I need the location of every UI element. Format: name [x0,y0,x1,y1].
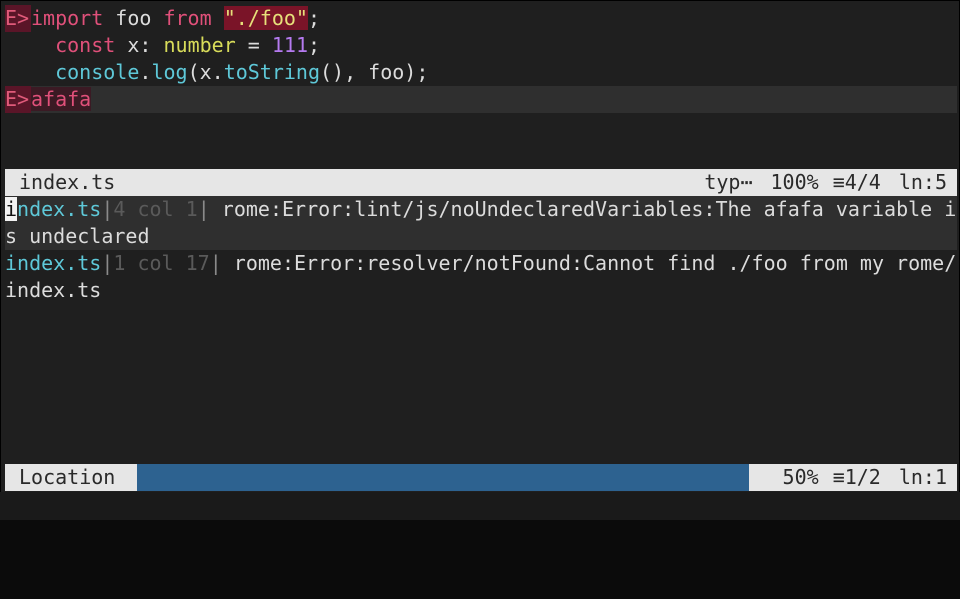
code-text: = [235,33,272,57]
statusline-percent: 100% [770,170,819,194]
location-position: 1 col 17 [113,251,210,275]
error-sign-marker: E> [5,5,31,32]
code-text: . [139,60,152,84]
location-list[interactable]: index.ts|4 col 1| rome:Error:lint/js/noU… [5,196,957,462]
undeclared-identifier: afafa [31,87,92,111]
text-cursor: i [5,197,18,221]
location-title: Location [19,465,116,489]
identifier-log: log [151,60,188,84]
location-statusline: Location 50% ≡1/2 ln:1 [5,464,957,491]
location-file: ndex.ts [17,197,102,221]
statusline-percent: 50% [782,465,819,489]
code-text: ; [307,33,321,57]
statusline-filetype: typ⋯ [704,170,753,194]
editor-statusline: index.ts typ⋯ 100% ≡4/4 ln:5 [5,169,957,196]
statusline-info: typ⋯ 100% ≡4/4 ln:5 [704,169,947,196]
statusline-line: ln:5 [898,170,947,194]
location-list-item[interactable]: index.ts|1 col 17| rome:Error:resolver/n… [5,250,957,304]
code-text: x: [115,33,164,57]
vim-window: E>import foo from "./foo"; const x: numb… [0,0,960,520]
keyword-from: from [163,6,212,30]
statusline-line: ln:1 [898,465,947,489]
error-sign-marker: E> [5,86,31,113]
code-text: (x. [187,60,224,84]
location-list-item[interactable]: index.ts|4 col 1| rome:Error:lint/js/noU… [5,196,957,250]
string-literal: "./foo" [223,6,308,30]
statusline-position: ≡1/2 [832,465,881,489]
location-file: index.ts [5,251,102,275]
separator: | [197,197,210,221]
keyword-import: import [31,6,104,30]
statusline-position: ≡4/4 [832,170,881,194]
identifier-console: console [55,60,140,84]
command-line[interactable] [0,492,960,520]
code-line-3[interactable]: console.log(x.toString(), foo); [5,59,957,86]
code-text: foo [103,6,164,30]
location-statusline-info: 50% ≡1/2 ln:1 [783,464,947,491]
code-text: ; [307,6,321,30]
statusline-fill [137,464,749,491]
keyword-const: const [55,33,116,57]
location-position: 4 col 1 [113,197,198,221]
separator: | [101,251,114,275]
code-line-4[interactable]: E>afafa [5,86,957,113]
statusline-filename: index.ts [19,170,116,194]
number-literal: 111 [271,33,308,57]
code-line-1[interactable]: E>import foo from "./foo"; [5,5,957,32]
separator: | [209,251,222,275]
type-annotation: number [163,33,236,57]
code-line-2[interactable]: const x: number = 111; [5,32,957,59]
identifier-tostring: toString [223,60,321,84]
code-text: (), foo); [320,60,429,84]
editor-buffer[interactable]: E>import foo from "./foo"; const x: numb… [5,5,957,165]
separator: | [101,197,114,221]
